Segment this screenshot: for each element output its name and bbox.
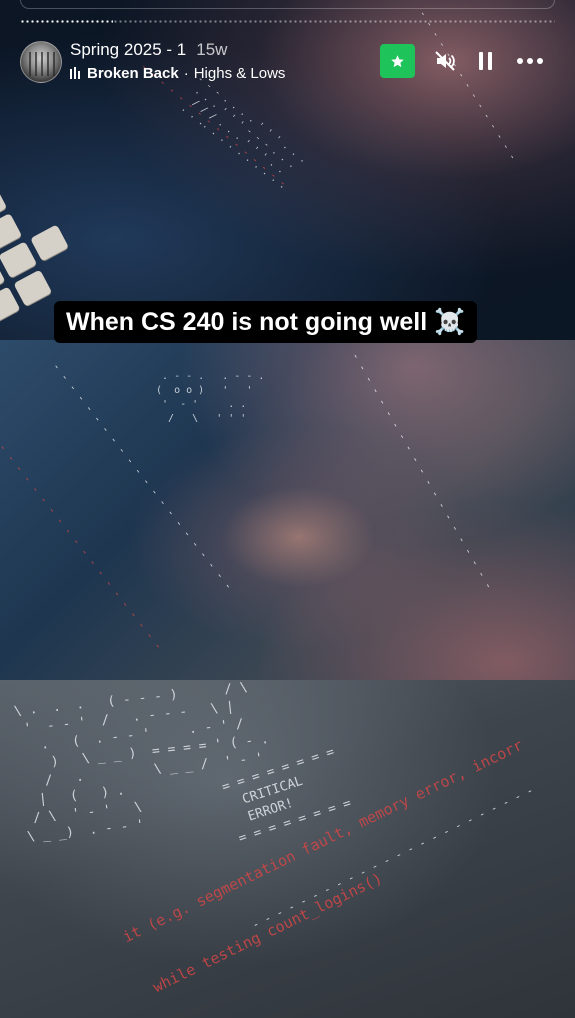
pause-button[interactable] [472,44,498,78]
favorite-button[interactable] [380,44,415,78]
story-progress-bar [20,20,555,23]
story-viewer[interactable]: - - - . . . . ' ' ' . . . . . . ' ' ' - … [0,0,575,1018]
top-frame-edge [20,0,555,9]
muted-speaker-icon [435,51,455,71]
story-title-row: Spring 2025 - 1 15w [70,40,227,60]
story-age: 15w [196,40,228,59]
music-attribution[interactable]: Broken Back · Highs & Lows [70,64,285,82]
progress-segment-current [20,20,113,23]
separator: · [183,64,189,82]
story-title[interactable]: Spring 2025 - 1 [70,40,186,60]
artist-name: Highs & Lows [193,64,286,82]
pause-icon [476,52,494,70]
story-photo-2: - - - - - - - - - - - - - - - - - - - - … [0,340,575,680]
story-photo-3: \ . . . ( - - - ) / \ ' - - ' / . - - - … [0,680,575,1018]
more-options-button[interactable] [512,44,548,78]
music-bars-icon [70,67,80,79]
star-icon [391,54,404,67]
mute-toggle-button[interactable] [430,44,460,78]
progress-segment-remaining [112,20,555,23]
ellipsis-icon [515,58,545,64]
avatar[interactable] [20,41,62,83]
song-title: Broken Back [87,64,179,82]
story-caption[interactable]: When CS 240 is not going well ☠️ [54,301,478,343]
